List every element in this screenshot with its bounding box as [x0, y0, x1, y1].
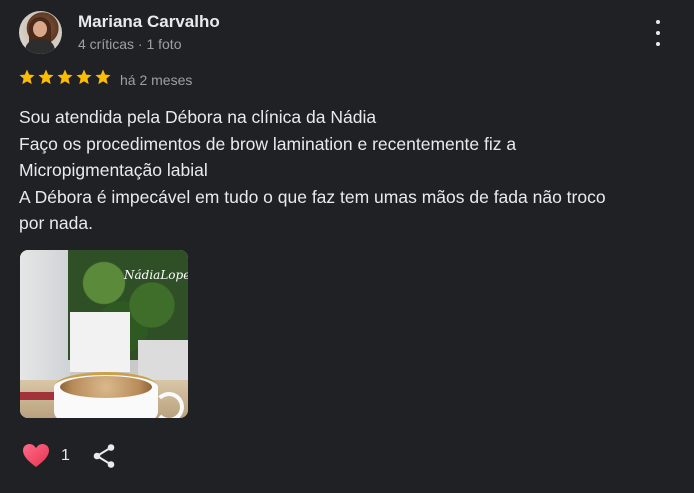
review-text: Sou atendida pela Débora na clínica da N…	[19, 104, 679, 237]
star-icon	[95, 69, 111, 85]
star-icon	[38, 69, 54, 85]
heart-icon[interactable]	[22, 443, 50, 469]
rating-stars	[18, 68, 112, 90]
reviewer-meta: 4 críticas · 1 foto	[78, 36, 182, 52]
review-line: Sou atendida pela Débora na clínica da N…	[19, 107, 377, 127]
star-icon	[19, 69, 35, 85]
share-icon[interactable]	[92, 443, 116, 469]
like-count: 1	[61, 447, 70, 464]
reviewer-name[interactable]: Mariana Carvalho	[78, 12, 220, 32]
star-icon	[57, 69, 73, 85]
more-vert-icon[interactable]	[648, 20, 668, 46]
photo-sign-text: NádiaLopes	[124, 268, 188, 282]
star-icon	[76, 69, 92, 85]
review-line: por nada.	[19, 213, 93, 233]
review-line: Micropigmentação labial	[19, 160, 208, 180]
reviewer-avatar[interactable]	[19, 11, 62, 54]
review-photo[interactable]: NádiaLopes	[20, 250, 188, 418]
review-line: A Débora é impecável em tudo o que faz t…	[19, 186, 606, 207]
avatar-body	[25, 39, 55, 54]
review-line: Faço os procedimentos de brow lamination…	[19, 133, 517, 154]
avatar-face	[33, 21, 47, 37]
review-time: há 2 meses	[120, 72, 193, 88]
